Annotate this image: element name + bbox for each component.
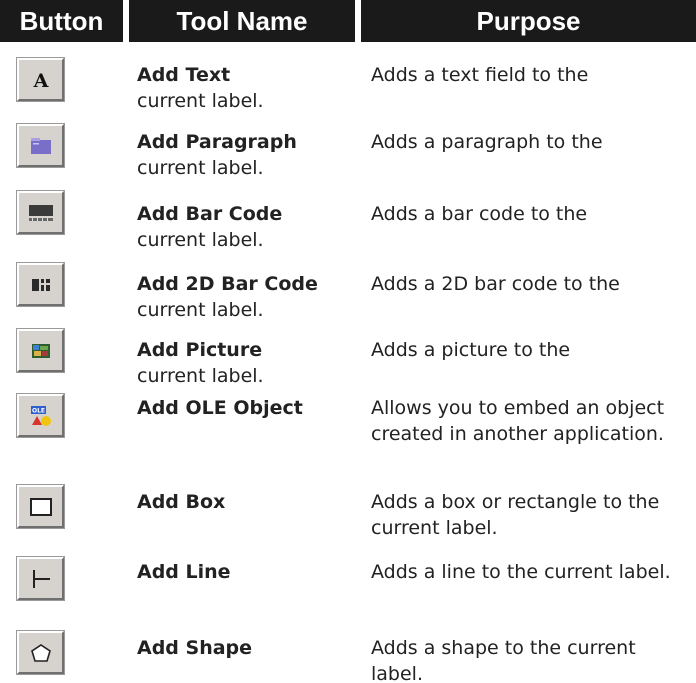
tool-cell: Add Picture current label. [137, 337, 367, 389]
picture-icon[interactable] [17, 329, 64, 372]
tool-name: Add Paragraph [137, 131, 297, 153]
purpose-continuation: current label. [137, 229, 264, 251]
purpose-text: Adds a line to the current label. [371, 561, 671, 583]
purpose-text: Allows you to embed an object created in… [371, 397, 665, 445]
tool-cell: Add Shape [137, 635, 367, 661]
tool-cell: Add Line [137, 559, 367, 585]
tool-name: Add OLE Object [137, 397, 303, 419]
tool-name: Add 2D Bar Code [137, 273, 318, 295]
2d-barcode-icon[interactable] [17, 263, 64, 306]
purpose-text: Adds a paragraph to the [371, 131, 603, 153]
svg-text:A: A [32, 70, 48, 92]
tool-name: Add Line [137, 561, 231, 583]
svg-text:OLE: OLE [31, 407, 44, 414]
purpose-continuation: current label. [137, 299, 264, 321]
barcode-icon[interactable] [17, 191, 64, 234]
tool-name: Add Text [137, 64, 231, 86]
tool-cell: Add Bar Code current label. [137, 201, 367, 253]
purpose-continuation: current label. [137, 90, 264, 112]
column-header-button: Button [0, 0, 123, 42]
tool-cell: Add Paragraph current label. [137, 129, 367, 181]
tool-name: Add Picture [137, 339, 263, 361]
tool-cell: Add 2D Bar Code current label. [137, 271, 367, 323]
purpose-continuation: current label. [137, 365, 264, 387]
shape-icon[interactable] [17, 631, 64, 674]
tool-cell: Add OLE Object [137, 395, 367, 421]
purpose-continuation: current label. [137, 157, 264, 179]
purpose-text: Adds a shape to the current label. [371, 637, 636, 683]
purpose-text: Adds a box or rectangle to the current l… [371, 491, 660, 539]
purpose-text: Adds a bar code to the [371, 203, 588, 225]
tool-cell: Add Text current label. [137, 62, 367, 114]
tool-name: Add Bar Code [137, 203, 283, 225]
purpose-text: Adds a text field to the [371, 64, 589, 86]
tool-name: Add Box [137, 491, 226, 513]
paragraph-icon[interactable] [17, 124, 64, 167]
box-icon[interactable] [17, 485, 64, 528]
purpose-text: Adds a picture to the [371, 339, 571, 361]
text-a-icon[interactable]: A [17, 58, 64, 101]
column-header-purpose: Purpose [361, 0, 696, 42]
line-icon[interactable] [17, 557, 64, 600]
tool-name: Add Shape [137, 637, 253, 659]
purpose-text: Adds a 2D bar code to the [371, 273, 620, 295]
column-header-tool-name: Tool Name [129, 0, 355, 42]
ole-object-icon[interactable]: OLE [17, 394, 64, 437]
tool-cell: Add Box [137, 489, 367, 515]
